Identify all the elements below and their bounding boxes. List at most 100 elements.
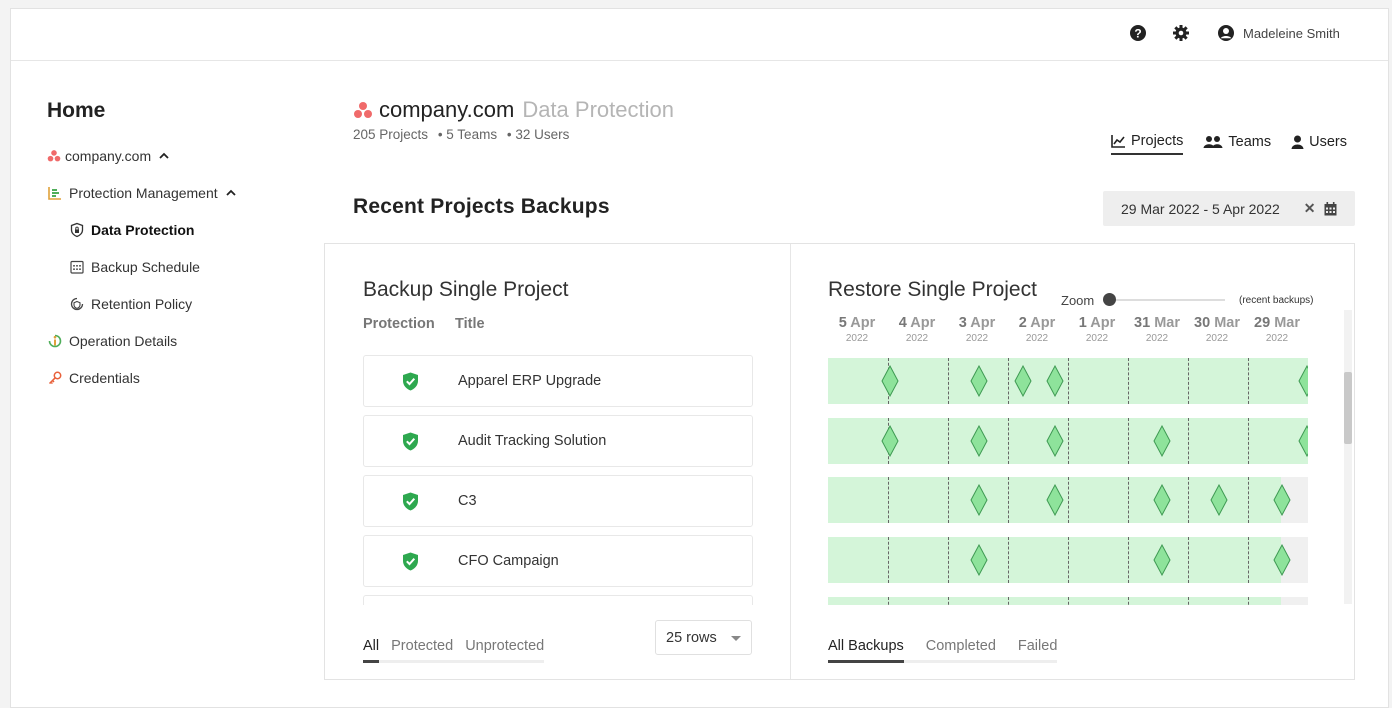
- rows-per-page-value: 25 rows: [666, 629, 717, 646]
- backup-point-icon[interactable]: [1014, 365, 1032, 397]
- day-divider: [1068, 597, 1069, 605]
- list-item[interactable]: C3: [363, 475, 753, 527]
- rows-per-page-select[interactable]: 25 rows: [655, 620, 752, 655]
- timeline-row[interactable]: [828, 537, 1308, 583]
- timeline-scrollbar[interactable]: [1344, 310, 1352, 604]
- date-day: 3: [958, 315, 967, 331]
- date-day: 29: [1254, 315, 1271, 331]
- user-circle-icon[interactable]: [1217, 24, 1235, 42]
- gear-icon[interactable]: [1172, 24, 1190, 42]
- backups-card: Backup Single Project Protection Title A…: [324, 243, 1355, 680]
- list-item[interactable]: CFO Campaign: [363, 535, 753, 587]
- day-divider: [1128, 537, 1129, 583]
- calendar-icon[interactable]: [1324, 201, 1337, 216]
- day-divider: [1248, 358, 1249, 404]
- day-divider: [1248, 537, 1249, 583]
- project-list[interactable]: Apparel ERP Upgrade Audit Tracking Solut…: [363, 355, 753, 605]
- user-name[interactable]: Madeleine Smith: [1243, 26, 1340, 41]
- user-icon: [1291, 135, 1304, 149]
- backup-point-icon[interactable]: [970, 365, 988, 397]
- date-range-picker[interactable]: 29 Mar 2022 - 5 Apr 2022 ✕: [1103, 191, 1355, 226]
- backup-point-icon[interactable]: [970, 544, 988, 576]
- backup-point-icon[interactable]: [1153, 425, 1171, 457]
- backup-point-icon[interactable]: [1046, 365, 1064, 397]
- sidebar-org[interactable]: company.com: [47, 137, 307, 174]
- date-range-value: 29 Mar 2022 - 5 Apr 2022: [1121, 200, 1280, 217]
- refresh-shield-icon: [70, 297, 84, 310]
- day-divider: [1008, 537, 1009, 583]
- backup-point-icon[interactable]: [1298, 365, 1308, 397]
- backup-point-icon[interactable]: [881, 425, 899, 457]
- sidebar-item-operation-details[interactable]: Operation Details: [47, 322, 307, 359]
- tab-unprotected[interactable]: Unprotected: [465, 638, 544, 660]
- backup-point-icon[interactable]: [1273, 484, 1291, 516]
- backup-point-icon[interactable]: [970, 425, 988, 457]
- tab-all-backups[interactable]: All Backups: [828, 638, 904, 663]
- date-month: Apr: [850, 315, 876, 331]
- timeline-row[interactable]: [828, 597, 1308, 605]
- sidebar-item-label: Operation Details: [69, 332, 178, 349]
- tab-protected[interactable]: Protected: [391, 638, 453, 660]
- day-divider: [888, 477, 889, 523]
- date-column: 31 Mar 2022: [1127, 315, 1187, 344]
- tab-completed[interactable]: Completed: [926, 638, 996, 660]
- sidebar-home[interactable]: Home: [47, 99, 307, 123]
- day-divider: [888, 537, 889, 583]
- list-item[interactable]: Apparel ERP Upgrade: [363, 355, 753, 407]
- backup-point-icon[interactable]: [1153, 544, 1171, 576]
- page-header: company.com Data Protection 205 Projects…: [353, 97, 674, 142]
- sidebar-org-label: company.com: [65, 147, 152, 164]
- day-divider: [1188, 418, 1189, 464]
- tab-label: Users: [1309, 134, 1347, 150]
- backup-point-icon[interactable]: [1273, 544, 1291, 576]
- line-chart-icon: [1111, 135, 1125, 148]
- list-item[interactable]: Audit Tracking Solution: [363, 415, 753, 467]
- timeline-row[interactable]: [828, 358, 1308, 404]
- day-divider: [1188, 477, 1189, 523]
- sidebar-item-credentials[interactable]: Credentials: [47, 359, 307, 396]
- tab-failed[interactable]: Failed: [1018, 638, 1058, 660]
- date-month: Apr: [1090, 315, 1116, 331]
- date-column: 2 Apr 2022: [1007, 315, 1067, 344]
- sidebar-item-protection-management[interactable]: Protection Management: [47, 174, 307, 211]
- backup-point-icon[interactable]: [1046, 484, 1064, 516]
- zoom-slider-handle[interactable]: [1103, 293, 1116, 306]
- backup-point-icon[interactable]: [1046, 425, 1064, 457]
- chevron-up-icon[interactable]: [159, 151, 169, 161]
- tab-users[interactable]: Users: [1291, 133, 1347, 155]
- list-item-partial[interactable]: [363, 595, 753, 605]
- backup-timeline[interactable]: [828, 355, 1308, 605]
- backup-point-icon[interactable]: [1210, 484, 1228, 516]
- tab-all[interactable]: All: [363, 638, 380, 663]
- shield-check-icon: [403, 372, 418, 391]
- date-month: Mar: [1214, 315, 1240, 331]
- backup-point-icon[interactable]: [970, 484, 988, 516]
- backup-point-icon[interactable]: [881, 365, 899, 397]
- day-divider: [948, 418, 949, 464]
- zoom-slider-track[interactable]: [1109, 299, 1225, 301]
- tab-projects[interactable]: Projects: [1111, 133, 1184, 155]
- project-title: Audit Tracking Solution: [458, 433, 607, 449]
- timeline-fill: [828, 597, 1281, 605]
- top-bar: ? Madeleine Smith: [11, 9, 1388, 61]
- sidebar-item-data-protection[interactable]: Data Protection: [47, 211, 307, 248]
- timeline-row[interactable]: [828, 477, 1308, 523]
- backup-point-icon[interactable]: [1298, 425, 1308, 457]
- backup-point-icon[interactable]: [1153, 484, 1171, 516]
- page-title: company.com Data Protection: [353, 97, 674, 123]
- tab-teams[interactable]: Teams: [1203, 133, 1271, 155]
- date-day: 5: [838, 315, 847, 331]
- day-divider: [1128, 597, 1129, 605]
- scrollbar-thumb[interactable]: [1344, 372, 1352, 444]
- sidebar-item-retention-policy[interactable]: Retention Policy: [47, 285, 307, 322]
- day-divider: [948, 358, 949, 404]
- org-stats: 205 Projects • 5 Teams • 32 Users: [353, 127, 674, 142]
- sidebar: Home company.com Protection Management D…: [47, 99, 307, 396]
- timeline-row[interactable]: [828, 418, 1308, 464]
- shield-lock-icon: [70, 222, 84, 237]
- sidebar-item-backup-schedule[interactable]: Backup Schedule: [47, 248, 307, 285]
- help-circle-icon[interactable]: ?: [1129, 24, 1147, 42]
- date-year: 2022: [1085, 333, 1109, 344]
- clear-icon[interactable]: ✕: [1304, 200, 1316, 217]
- chevron-up-icon[interactable]: [226, 188, 236, 198]
